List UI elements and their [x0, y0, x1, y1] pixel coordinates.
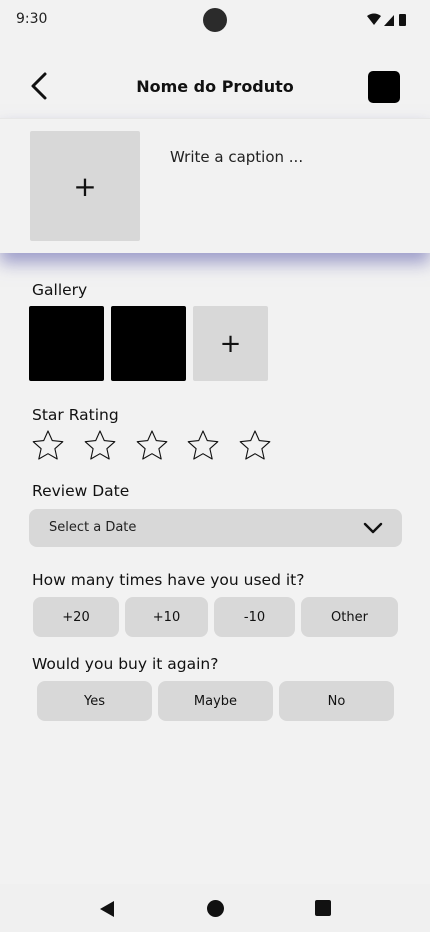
star-1-icon[interactable] [30, 428, 66, 464]
usage-option-plus-10[interactable]: +10 [125, 597, 208, 637]
system-nav-bar [0, 884, 430, 932]
app-header: Nome do Produto [0, 56, 430, 118]
buy-again-label: Would you buy it again? [32, 655, 219, 673]
gallery-thumbnail[interactable] [29, 306, 104, 381]
usage-option-plus-20[interactable]: +20 [33, 597, 119, 637]
caption-card: + [0, 118, 430, 253]
battery-icon [399, 14, 406, 26]
buy-again-no-button[interactable]: No [279, 681, 394, 721]
nav-recents-icon[interactable] [315, 900, 331, 916]
usage-option-minus-10[interactable]: -10 [214, 597, 295, 637]
gallery-label: Gallery [32, 281, 88, 299]
caption-input[interactable] [170, 145, 400, 169]
wifi-icon [367, 13, 381, 25]
star-3-icon[interactable] [134, 428, 170, 464]
plus-icon: + [219, 328, 242, 359]
gallery-thumbnail[interactable] [111, 306, 186, 381]
nav-home-icon[interactable] [207, 900, 224, 917]
buy-again-yes-button[interactable]: Yes [37, 681, 152, 721]
star-rating-label: Star Rating [32, 406, 119, 424]
usage-option-other[interactable]: Other [301, 597, 398, 637]
buy-again-maybe-button[interactable]: Maybe [158, 681, 273, 721]
star-5-icon[interactable] [237, 428, 273, 464]
status-time: 9:30 [16, 11, 48, 27]
star-2-icon[interactable] [82, 428, 118, 464]
chevron-down-icon [363, 522, 383, 534]
gallery-add-button[interactable]: + [193, 306, 268, 381]
nav-back-icon[interactable] [99, 900, 115, 918]
status-icons [367, 13, 406, 26]
usage-label: How many times have you used it? [32, 571, 305, 589]
review-date-label: Review Date [32, 482, 130, 500]
review-date-select[interactable]: Select a Date [29, 509, 402, 547]
star-rating [30, 428, 280, 464]
page-title: Nome do Produto [136, 77, 294, 96]
review-date-placeholder: Select a Date [49, 520, 137, 535]
star-4-icon[interactable] [185, 428, 221, 464]
header-action-button[interactable] [368, 71, 400, 103]
signal-icon [384, 15, 394, 26]
status-bar: 9:30 [0, 0, 430, 40]
plus-icon: + [73, 169, 97, 203]
add-photo-button[interactable]: + [30, 131, 140, 241]
camera-cutout [203, 8, 227, 32]
